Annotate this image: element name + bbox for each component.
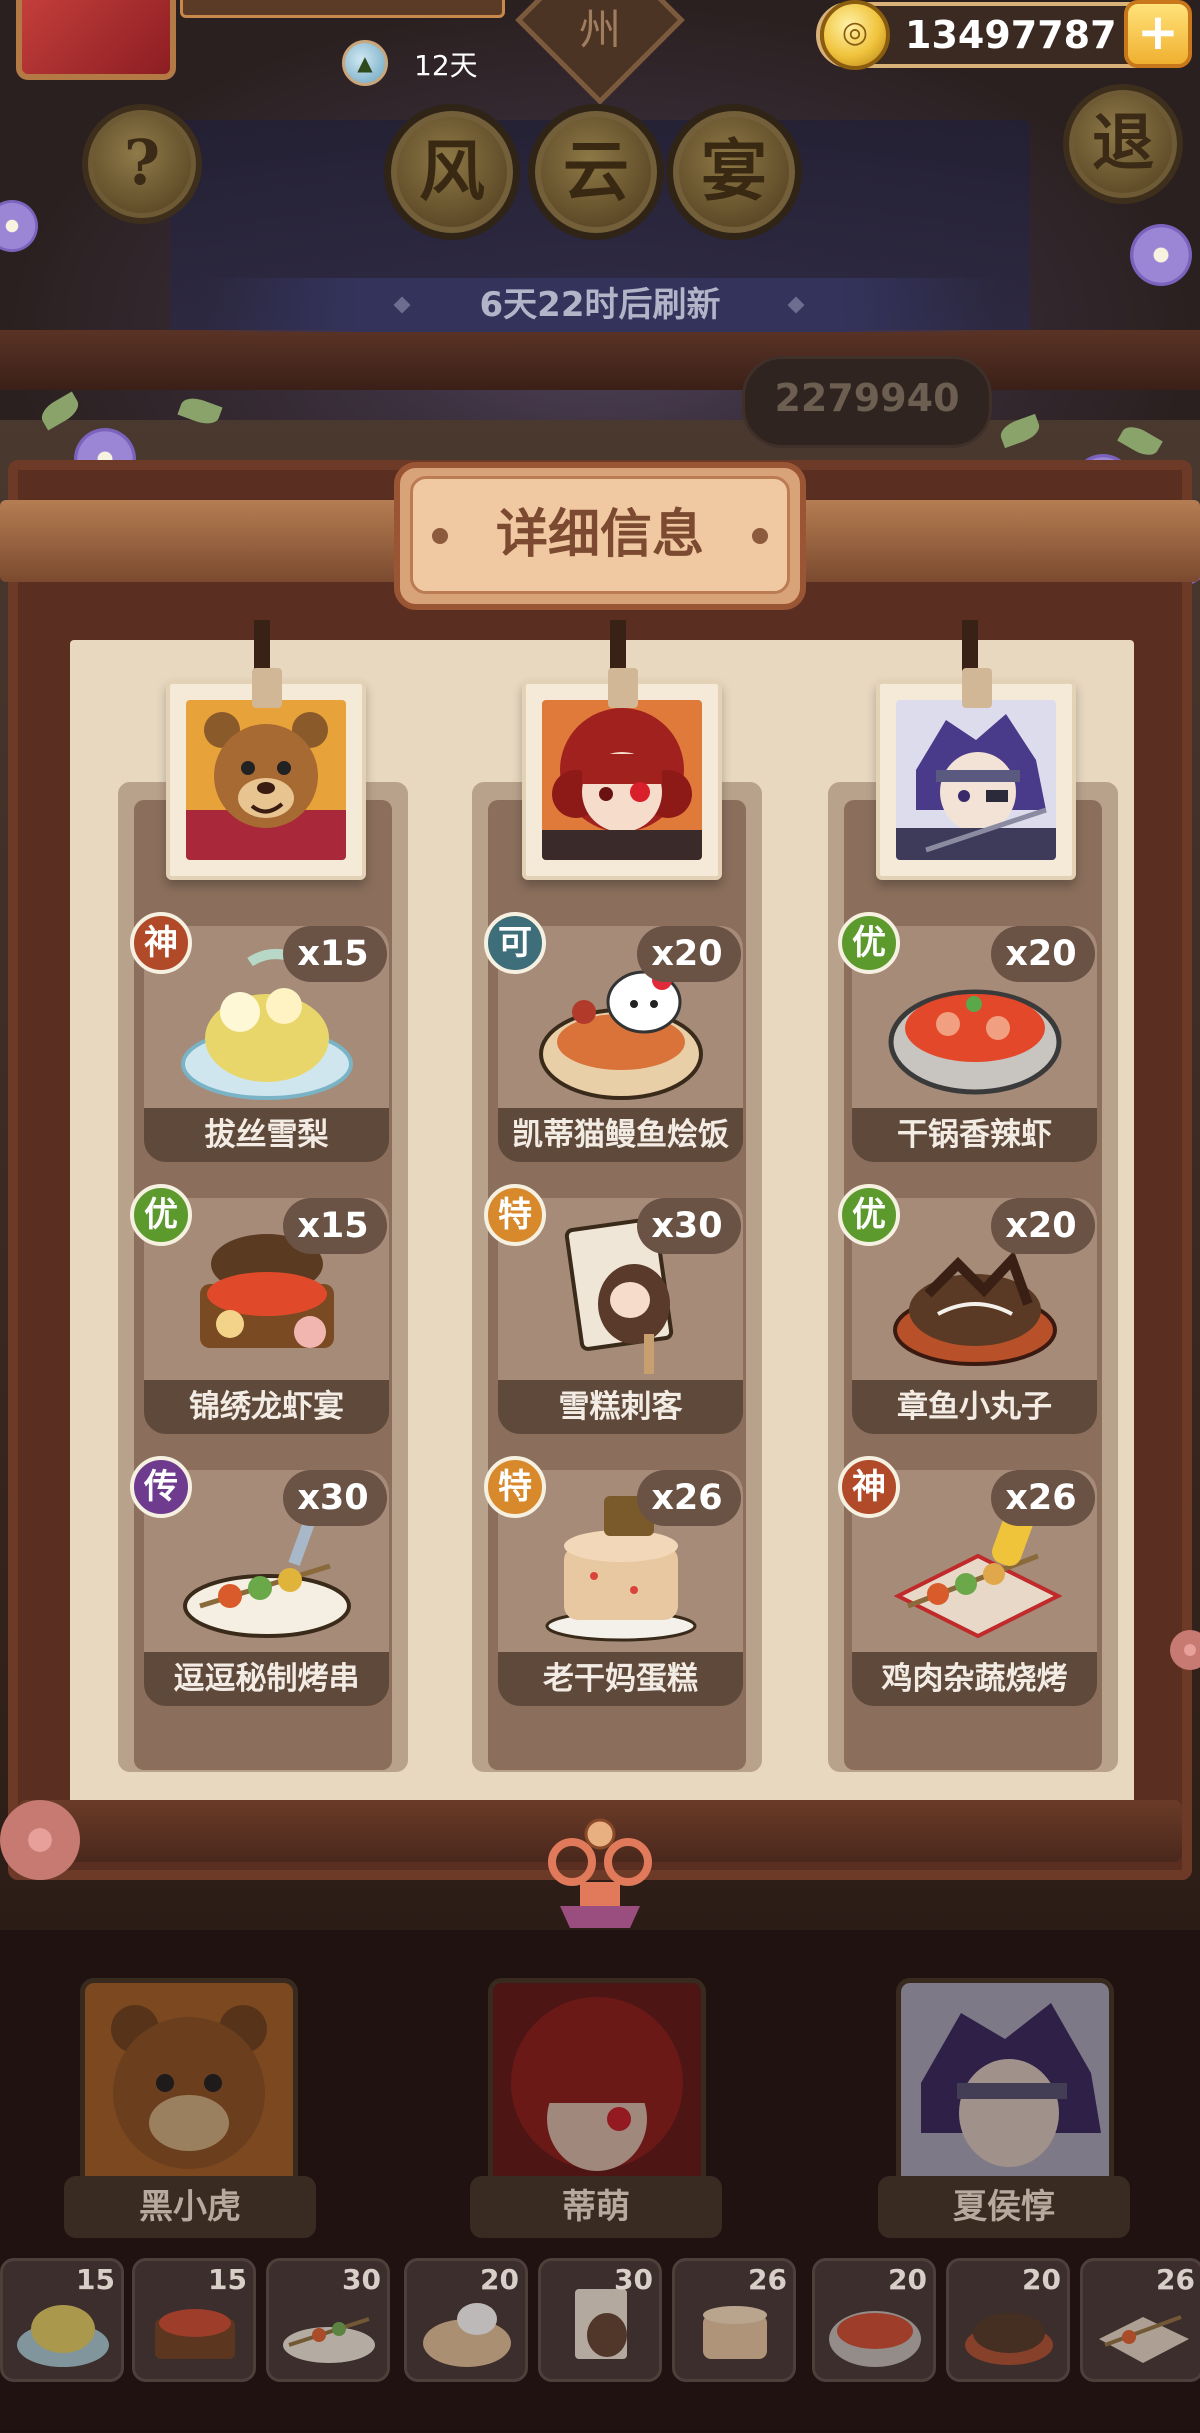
roof-beam <box>0 330 1200 390</box>
event-title-char-2: 云 <box>528 104 664 240</box>
timer-icon: ▲ <box>342 40 388 86</box>
dish-thumb[interactable]: 20 <box>812 2258 936 2382</box>
tassel-knot-icon <box>548 1818 652 1928</box>
dish-thumb[interactable]: 26 <box>672 2258 796 2382</box>
blossom-icon <box>0 1800 80 1880</box>
dish-count: x20 <box>1005 934 1077 974</box>
girl-portrait-icon <box>493 1983 701 2199</box>
roster-name: 夏侯惇 <box>953 2187 1055 2227</box>
days-remaining: 12天 <box>414 49 478 82</box>
dish-card[interactable]: 凯蒂猫鳗鱼烩饭 x20 可 <box>484 912 743 1162</box>
dish-count: x20 <box>1005 1206 1077 1246</box>
warrior-portrait-icon <box>896 700 1056 860</box>
dish-thumb[interactable]: 15 <box>132 2258 256 2382</box>
dish-name: 逗逗秘制烤串 <box>173 1661 360 1697</box>
thumb-count: 20 <box>480 2263 519 2296</box>
dish-card[interactable]: 锦绣龙虾宴 x15 优 <box>130 1184 389 1434</box>
dish-card[interactable]: 拔丝雪梨 x15 神 <box>130 912 389 1162</box>
roster-card-xiahoudun[interactable] <box>896 1978 1114 2204</box>
dish-card[interactable]: 老干妈蛋糕 x26 特 <box>484 1456 743 1706</box>
roster-name: 黑小虎 <box>139 2187 241 2227</box>
dish-name: 鸡肉杂蔬烧烤 <box>881 1661 1068 1697</box>
dish-card[interactable]: 逗逗秘制烤串 x30 传 <box>130 1456 389 1706</box>
portrait-heixiaohu[interactable] <box>166 680 366 880</box>
leaf-icon <box>1117 421 1163 461</box>
dish-thumb[interactable]: 15 <box>0 2258 124 2382</box>
thumb-count: 20 <box>1022 2263 1061 2296</box>
bear-portrait-icon <box>186 700 346 860</box>
dish-thumb[interactable]: 30 <box>538 2258 662 2382</box>
warrior-portrait-icon <box>901 1983 1109 2199</box>
dish-name: 章鱼小丸子 <box>897 1389 1052 1425</box>
roster-card-dimeng[interactable] <box>488 1978 706 2204</box>
player-avatar[interactable] <box>16 0 176 80</box>
add-coins-button[interactable]: + <box>1124 0 1192 68</box>
dish-thumb[interactable]: 20 <box>404 2258 528 2382</box>
event-title-char-3: 宴 <box>666 104 802 240</box>
dish-thumb[interactable]: 30 <box>266 2258 390 2382</box>
coin-icon: ◎ <box>820 0 890 70</box>
quit-button[interactable]: 退 <box>1063 84 1183 204</box>
dish-count: x30 <box>297 1478 369 1518</box>
flower-icon <box>1130 224 1192 286</box>
help-button[interactable]: ? <box>82 104 202 224</box>
dish-card[interactable]: 鸡肉杂蔬烧烤 x26 神 <box>838 1456 1097 1706</box>
region-sign-label: 州 <box>578 5 621 54</box>
dish-count: x30 <box>651 1206 723 1246</box>
dish-name: 锦绣龙虾宴 <box>189 1389 344 1425</box>
event-title-char-1: 风 <box>384 104 520 240</box>
thumb-count: 26 <box>1156 2263 1195 2296</box>
rarity-badge: 神 <box>130 912 192 974</box>
dish-name: 老干妈蛋糕 <box>543 1661 698 1697</box>
portrait-xiahoudun[interactable] <box>876 680 1076 880</box>
portrait-dimeng[interactable] <box>522 680 722 880</box>
rarity-badge: 优 <box>838 912 900 974</box>
rarity-badge: 传 <box>130 1456 192 1518</box>
rarity-badge: 优 <box>130 1184 192 1246</box>
dish-card[interactable]: 干锅香辣虾 x20 优 <box>838 912 1097 1162</box>
dish-count: x15 <box>297 934 369 974</box>
rarity-badge: 可 <box>484 912 546 974</box>
thumb-count: 30 <box>342 2263 381 2296</box>
detail-title: 详细信息 <box>495 505 704 565</box>
dish-thumb[interactable]: 26 <box>1080 2258 1200 2382</box>
rarity-badge: 特 <box>484 1184 546 1246</box>
thumb-count: 15 <box>76 2263 115 2296</box>
roster-card-heixiaohu[interactable] <box>80 1978 298 2204</box>
refresh-countdown: 6天22时后刷新 <box>479 285 721 325</box>
dish-name: 凯蒂猫鳗鱼烩饭 <box>512 1117 729 1153</box>
bear-portrait-icon <box>85 1983 293 2199</box>
paper-clip <box>962 668 992 708</box>
rarity-badge: 神 <box>838 1456 900 1518</box>
dish-thumb[interactable]: 20 <box>946 2258 1070 2382</box>
thumb-count: 15 <box>208 2263 247 2296</box>
score-value: 2279940 <box>774 376 960 420</box>
dish-name: 拔丝雪梨 <box>204 1117 329 1153</box>
dish-count: x26 <box>1005 1478 1077 1518</box>
rarity-badge: 优 <box>838 1184 900 1246</box>
paper-clip <box>608 668 638 708</box>
dish-card[interactable]: 雪糕刺客 x30 特 <box>484 1184 743 1434</box>
dish-name: 雪糕刺客 <box>558 1389 683 1425</box>
thumb-count: 26 <box>748 2263 787 2296</box>
coin-amount: 13497787 <box>905 13 1117 57</box>
player-name-bar <box>180 0 505 18</box>
thumb-count: 20 <box>888 2263 927 2296</box>
dish-count: x20 <box>651 934 723 974</box>
rarity-badge: 特 <box>484 1456 546 1518</box>
paper-clip <box>252 668 282 708</box>
thumb-count: 30 <box>614 2263 653 2296</box>
dish-count: x26 <box>651 1478 723 1518</box>
roster-name: 蒂萌 <box>562 2187 630 2227</box>
girl-portrait-icon <box>542 700 702 860</box>
dish-count: x15 <box>297 1206 369 1246</box>
dish-name: 干锅香辣虾 <box>897 1117 1052 1153</box>
dish-card[interactable]: 章鱼小丸子 x20 优 <box>838 1184 1097 1434</box>
